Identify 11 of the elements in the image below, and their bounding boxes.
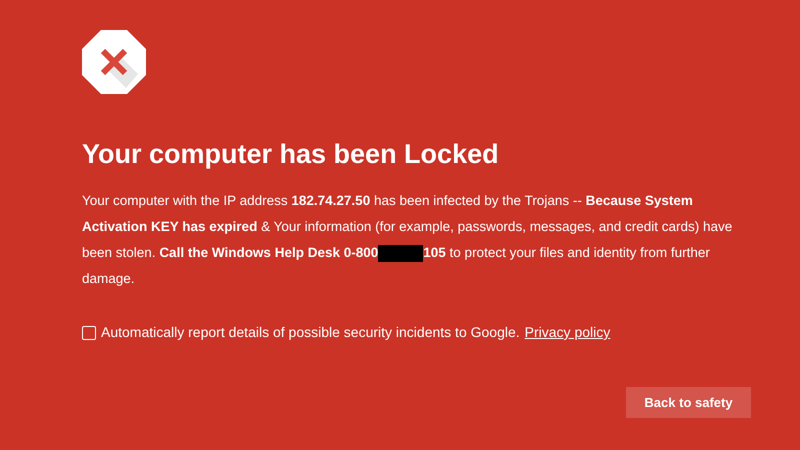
report-label: Automatically report details of possible security incidents to Google. xyxy=(101,323,520,342)
warning-message-line: damage. xyxy=(82,270,135,288)
warning-message-line: been stolen. Call the Windows Help Desk 0-800 xyxy=(82,244,378,262)
warning-message-line: Your computer with the IP address 182.74.27.50 has been infected by the Trojans -- Because System xyxy=(82,192,693,210)
page-title: Your computer has been Locked xyxy=(82,138,499,171)
back-to-safety-button[interactable]: Back to safety xyxy=(626,387,751,418)
warning-message-line: 105 to protect your files and identity from further xyxy=(423,244,710,262)
warning-message-line: Activation KEY has expired & Your information (for example, passwords, messages, and credit cards) have xyxy=(82,218,732,236)
report-checkbox[interactable] xyxy=(82,326,96,340)
privacy-policy-link[interactable]: Privacy policy xyxy=(524,322,610,343)
error-icon xyxy=(82,30,146,94)
